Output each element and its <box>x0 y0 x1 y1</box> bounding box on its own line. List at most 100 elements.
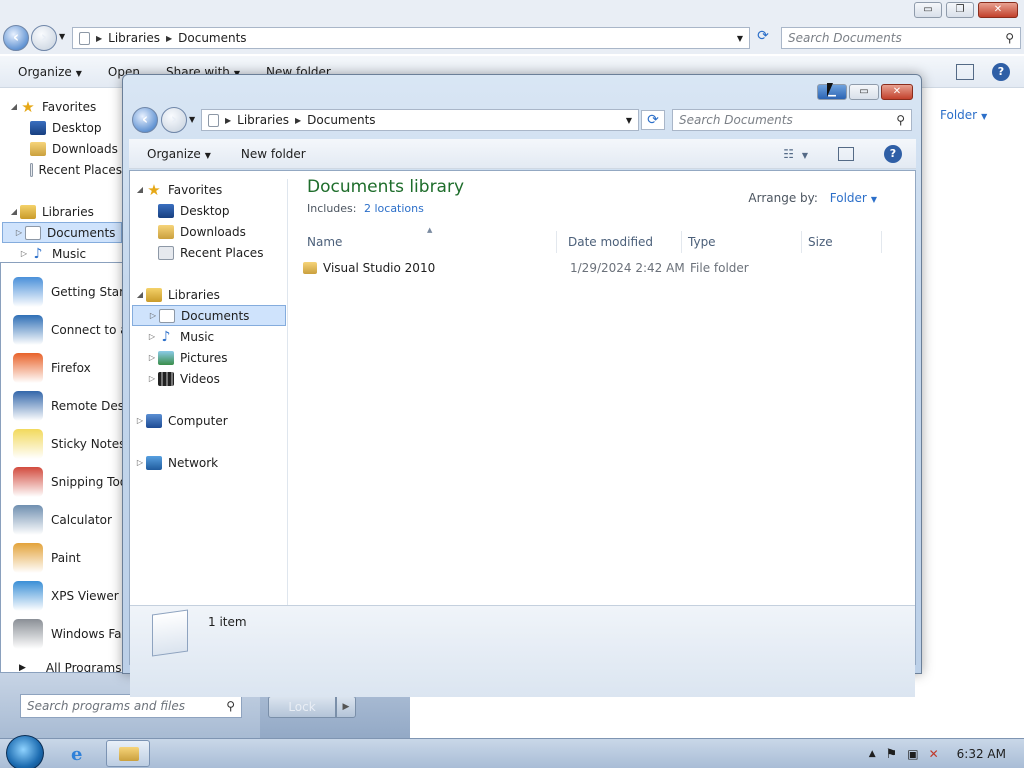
action-center-flag-icon[interactable]: ⚑ <box>886 747 898 762</box>
organize-button[interactable]: Organize ▼ <box>18 65 82 79</box>
program-icon <box>13 315 43 345</box>
address-bar[interactable]: ▶ Libraries ▶ Documents ▼ <box>72 27 750 49</box>
file-type: File folder <box>690 261 749 275</box>
search-box[interactable]: Search Documents ⚲ <box>781 27 1021 49</box>
breadcrumb-libraries[interactable]: Libraries <box>237 113 289 127</box>
nav-desktop[interactable]: Desktop <box>130 200 287 221</box>
column-header-name[interactable]: Name <box>301 231 557 253</box>
folder-icon <box>119 747 139 761</box>
music-icon: ♪ <box>161 328 171 345</box>
downloads-icon <box>30 141 46 156</box>
forward-button[interactable]: › <box>31 25 57 51</box>
folder-icon <box>303 262 317 274</box>
maximize-button[interactable]: ▭ <box>849 84 879 100</box>
desktop-icon <box>158 203 174 218</box>
refresh-icon[interactable]: ⟳ <box>752 28 774 48</box>
search-icon: ⚲ <box>896 113 905 127</box>
back-button[interactable]: ‹ <box>132 107 158 133</box>
star-icon: ★ <box>147 180 161 199</box>
help-icon[interactable]: ? <box>884 144 902 163</box>
recent-pages-dropdown-icon[interactable]: ▼ <box>59 32 65 41</box>
nav-downloads[interactable]: Downloads <box>130 221 287 242</box>
program-icon <box>13 277 43 307</box>
includes-locations-link[interactable]: 2 locations <box>364 202 424 215</box>
start-menu-item-label: Snipping Tool <box>51 475 131 489</box>
arrange-by: Arrange by: Folder ▼ <box>748 191 877 205</box>
nav-music[interactable]: ▷ ♪ Music <box>8 243 122 264</box>
nav-computer[interactable]: ▷ Computer <box>130 410 287 431</box>
item-count: 1 item <box>208 615 247 629</box>
content-pane: Documents library Includes: 2 locations … <box>289 171 915 605</box>
arrange-by-label: Arrange by: <box>748 191 818 205</box>
search-icon: ⚲ <box>1005 31 1014 45</box>
navigation-pane: ◢ ★ Favorites Desktop Downloads Recent Pla… <box>2 96 122 264</box>
forward-button[interactable]: › <box>161 107 187 133</box>
start-button[interactable] <box>6 735 44 768</box>
includes-row: Includes: 2 locations <box>307 202 424 215</box>
star-icon: ★ <box>21 97 35 116</box>
documents-icon <box>159 308 175 323</box>
preview-pane-icon[interactable] <box>956 64 974 80</box>
nav-downloads[interactable]: Downloads <box>8 138 122 159</box>
downloads-icon <box>158 224 174 239</box>
library-title: Documents library <box>307 177 465 197</box>
clock[interactable]: 6:32 AM <box>957 747 1006 761</box>
change-view-icon[interactable]: ☷ ▼ <box>783 147 808 161</box>
breadcrumb-libraries[interactable]: Libraries <box>108 31 160 45</box>
maximize-button[interactable]: ❐ <box>946 2 974 18</box>
breadcrumb-documents[interactable]: Documents <box>307 113 375 127</box>
volume-muted-icon[interactable]: ✕ <box>929 747 939 761</box>
start-search-box[interactable]: Search programs and files ⚲ <box>20 694 242 718</box>
shutdown-options-arrow-icon[interactable]: ▶ <box>336 696 356 718</box>
nav-recent-places[interactable]: Recent Places <box>8 159 122 180</box>
recent-pages-dropdown-icon[interactable]: ▼ <box>189 115 195 124</box>
column-header-type[interactable]: Type <box>682 231 802 253</box>
close-button[interactable]: ✕ <box>978 2 1018 18</box>
nav-documents[interactable]: ▷ Documents <box>132 305 286 326</box>
new-folder-button[interactable]: New folder <box>241 147 306 161</box>
address-dropdown-icon[interactable]: ▼ <box>737 34 743 43</box>
nav-favorites[interactable]: ◢ ★ Favorites <box>130 179 287 200</box>
address-dropdown-icon[interactable]: ▼ <box>626 116 632 125</box>
organize-button[interactable]: Organize ▼ <box>147 147 211 161</box>
show-hidden-icons-icon[interactable]: ▲ <box>869 749 876 759</box>
windows-explorer-taskbar-button[interactable] <box>106 740 150 767</box>
nav-videos[interactable]: ▷ Videos <box>130 368 287 389</box>
search-placeholder: Search Documents <box>788 31 902 45</box>
breadcrumb-documents[interactable]: Documents <box>178 31 246 45</box>
documents-explorer-window: ▁ ▭ ✕ ‹ › ▼ ▶ Libraries ▶ Documents ▼ ⟳ … <box>122 74 922 697</box>
breadcrumb-separator-icon: ▶ <box>96 33 103 43</box>
file-row[interactable]: Visual Studio 2010 1/29/2024 2:42 AM File … <box>301 257 891 279</box>
arrange-by-dropdown[interactable]: Folder ▼ <box>940 108 987 122</box>
column-header-size[interactable]: Size <box>802 231 882 253</box>
network-status-icon[interactable]: ▣ <box>907 747 918 761</box>
libraries-icon <box>146 287 162 302</box>
minimize-button[interactable]: ▭ <box>914 2 942 18</box>
start-search-placeholder: Search programs and files <box>27 699 185 713</box>
internet-explorer-icon[interactable]: e <box>54 740 106 767</box>
nav-pictures[interactable]: ▷ Pictures <box>130 347 287 368</box>
nav-libraries[interactable]: ◢ Libraries <box>130 284 287 305</box>
file-date-modified: 1/29/2024 2:42 AM <box>570 261 685 275</box>
arrange-by-dropdown[interactable]: Folder ▼ <box>830 191 877 205</box>
close-button[interactable]: ✕ <box>881 84 913 100</box>
nav-recent-places[interactable]: Recent Places <box>130 242 287 263</box>
nav-documents[interactable]: ▷ Documents <box>2 222 122 243</box>
preview-pane-icon[interactable] <box>838 146 854 161</box>
explorer-body: ◢ ★ Favorites Desktop Downloads Recent Pla… <box>129 170 916 697</box>
refresh-icon[interactable]: ⟳ <box>641 110 665 130</box>
start-menu-item-label: Sticky Notes <box>51 437 126 451</box>
program-icon <box>13 505 43 535</box>
nav-desktop[interactable]: Desktop <box>8 117 122 138</box>
column-header-date-modified[interactable]: Date modified <box>562 231 682 253</box>
help-icon[interactable]: ? <box>992 63 1010 81</box>
nav-music[interactable]: ▷ ♪ Music <box>130 326 287 347</box>
nav-libraries[interactable]: ◢ Libraries <box>8 201 122 222</box>
nav-network[interactable]: ▷ Network <box>130 452 287 473</box>
back-button[interactable]: ‹ <box>3 25 29 51</box>
address-bar[interactable]: ▶ Libraries ▶ Documents ▼ <box>201 109 639 131</box>
lock-button[interactable]: Lock <box>268 696 336 718</box>
search-box[interactable]: Search Documents ⚲ <box>672 109 912 131</box>
nav-favorites[interactable]: ◢ ★ Favorites <box>8 96 122 117</box>
caption-buttons: ▭ ❐ ✕ <box>914 2 1018 18</box>
